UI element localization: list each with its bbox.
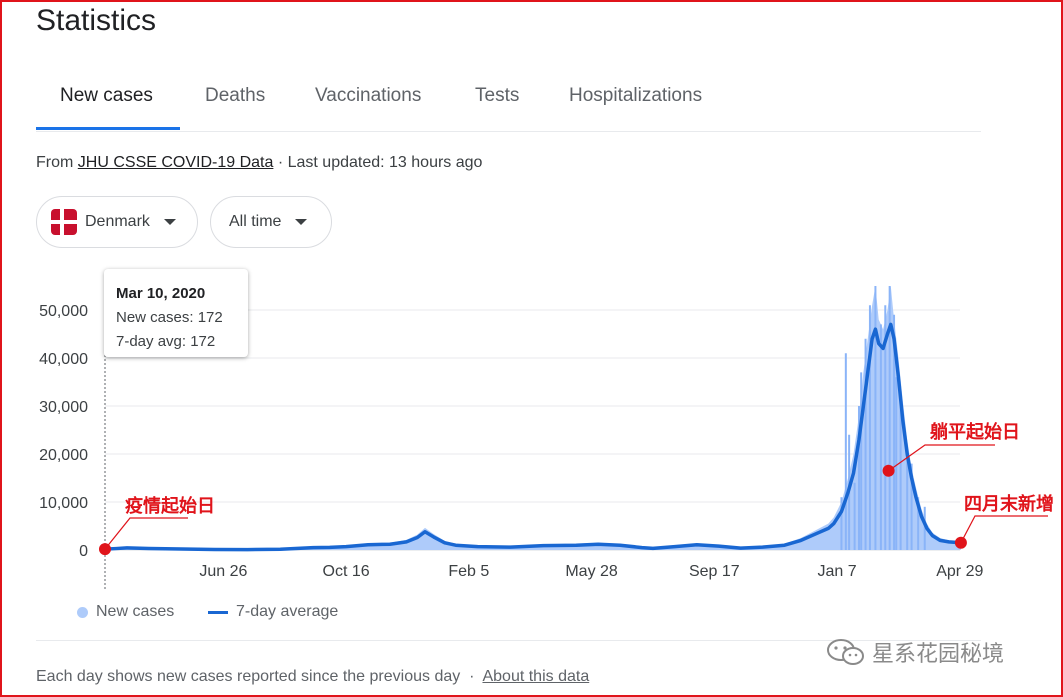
- footer-dot: ·: [469, 668, 475, 685]
- watermark-text: 星系花园秘境: [872, 641, 1005, 666]
- x-tick-label: Apr 29: [936, 563, 983, 580]
- x-tick-label: Sep 17: [689, 563, 740, 580]
- y-tick-label: 30,000: [39, 399, 88, 416]
- y-tick-label: 20,000: [39, 447, 88, 464]
- watermark: 星系花园秘境: [826, 636, 1004, 668]
- y-tick-label: 0: [79, 543, 88, 560]
- legend-avg-label: 7-day average: [236, 603, 339, 620]
- legend-new-cases-label: New cases: [96, 603, 175, 620]
- legend-dot-icon: [77, 606, 88, 618]
- footer: Each day shows new cases reported since …: [36, 668, 589, 686]
- x-tick-label: May 28: [565, 563, 618, 580]
- annotation-label: 躺平起始日: [930, 421, 1020, 443]
- annotation-leader: [104, 517, 188, 550]
- legend-new-cases: New cases: [77, 603, 174, 621]
- tooltip-new-cases: New cases: 172: [116, 309, 223, 326]
- y-tick-label: 10,000: [39, 495, 88, 512]
- chart-tooltip: Mar 10, 2020 New cases: 172 7-day avg: 1…: [104, 269, 248, 357]
- tooltip-date: Mar 10, 2020: [116, 285, 206, 302]
- y-tick-label: 40,000: [39, 351, 88, 368]
- x-tick-label: Feb 5: [448, 563, 489, 580]
- annotation-label: 疫情起始日: [125, 495, 215, 517]
- annotation-marker: [954, 536, 967, 549]
- footer-note: Each day shows new cases reported since …: [36, 668, 461, 685]
- annotation-marker: [882, 464, 895, 477]
- legend-avg: 7-day average: [208, 603, 338, 621]
- tooltip-avg: 7-day avg: 172: [116, 333, 216, 350]
- legend-line-icon: [208, 610, 228, 614]
- x-tick-label: Oct 16: [323, 563, 370, 580]
- annotation-marker: [99, 543, 111, 556]
- annotation-label: 四月末新增: [964, 493, 1054, 515]
- wechat-icon: [827, 639, 864, 665]
- y-tick-label: 50,000: [39, 303, 88, 320]
- about-data-link[interactable]: About this data: [482, 668, 589, 685]
- x-tick-label: Jan 7: [817, 563, 856, 580]
- annotation-leader: [960, 515, 1048, 544]
- x-tick-label: Jun 26: [199, 563, 247, 580]
